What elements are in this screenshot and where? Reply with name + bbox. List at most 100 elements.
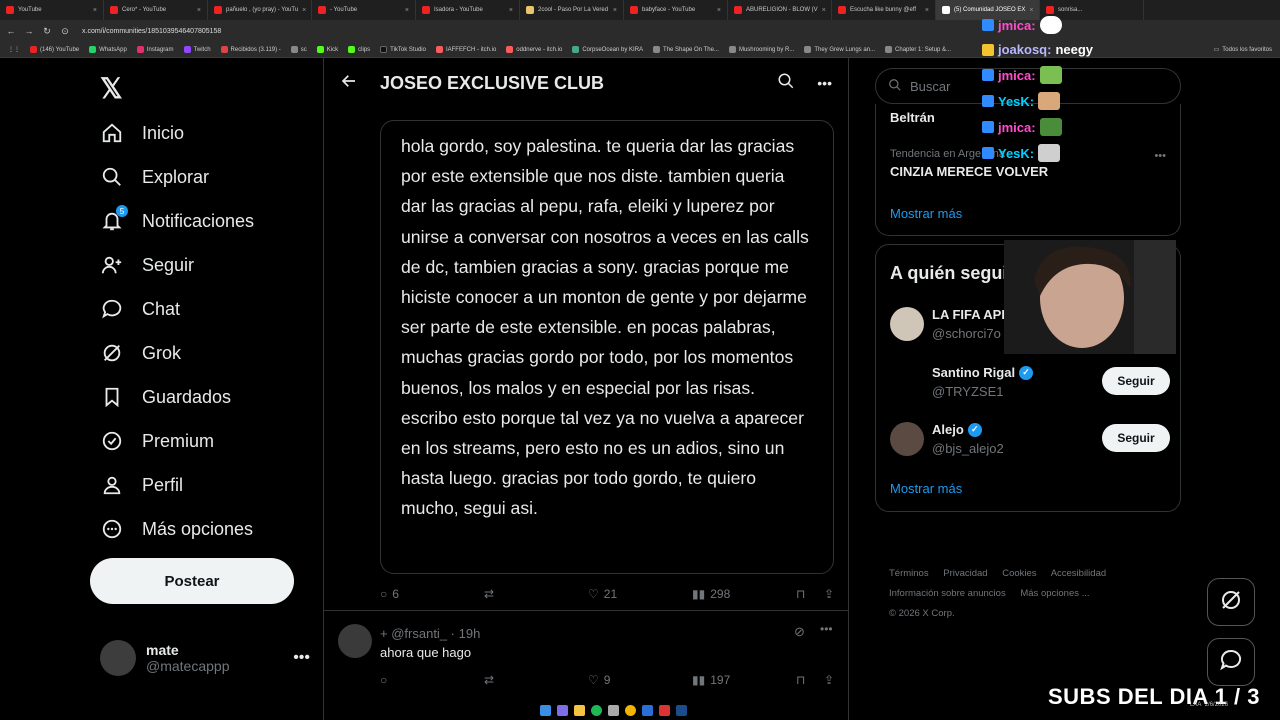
share-button[interactable]: ⇪: [824, 673, 834, 687]
browser-tab[interactable]: Escucha like bunny @eff ×: [832, 0, 936, 20]
footer-link[interactable]: Términos: [889, 568, 929, 579]
bookmark-link[interactable]: The Shape On The...: [653, 46, 719, 53]
browser-tab[interactable]: ABURELIGION - BLOW (V ×: [728, 0, 832, 20]
all-bookmarks-link[interactable]: ▭ Todos los favoritos: [1214, 46, 1272, 54]
bookmark-link[interactable]: (146) YouTube: [30, 46, 79, 53]
back-icon[interactable]: ←: [6, 26, 16, 36]
like-button[interactable]: ♡ 9: [588, 673, 692, 687]
repost-button[interactable]: ⇄: [484, 673, 588, 687]
bookmark-link[interactable]: CorpseOcean by KIRA: [572, 46, 643, 53]
grok-fab-button[interactable]: [1207, 578, 1255, 626]
reload-icon[interactable]: ↻: [42, 26, 52, 37]
bookmark-link[interactable]: Kick: [316, 46, 338, 53]
browser-tab[interactable]: Isadora - YouTube ×: [416, 0, 520, 20]
steam-icon[interactable]: [676, 704, 687, 716]
folder-icon[interactable]: [574, 704, 585, 716]
footer-link[interactable]: Cookies: [1002, 568, 1036, 579]
nav-item-more[interactable]: Más opciones: [100, 509, 253, 549]
post-button[interactable]: Postear: [90, 558, 294, 604]
browser-tab[interactable]: 2cool - Paso Por La Vered ×: [520, 0, 624, 20]
bookmark-link[interactable]: Mushrooming by R...: [728, 46, 794, 53]
app-icon[interactable]: [659, 704, 670, 716]
post-image-text[interactable]: hola gordo, soy palestina. te queria dar…: [380, 120, 834, 574]
messages-fab-button[interactable]: [1207, 638, 1255, 686]
trend-name[interactable]: CINZIA MERECE VOLVER: [890, 164, 1048, 179]
more-icon[interactable]: •••: [817, 75, 832, 91]
bookmark-link[interactable]: Instagram: [136, 46, 174, 53]
nav-item-explore[interactable]: Explorar: [100, 157, 209, 197]
follow-button[interactable]: Seguir: [1102, 424, 1170, 452]
discord-icon[interactable]: [557, 704, 568, 716]
browser-tab[interactable]: pañuelo , (yo pray) - YouTu ×: [208, 0, 312, 20]
back-arrow-icon[interactable]: [340, 72, 358, 95]
like-button[interactable]: ♡ 21: [588, 587, 692, 601]
apps-icon[interactable]: ⋮⋮: [8, 46, 20, 53]
bookmark-link[interactable]: Recibidos (3.119) -: [220, 46, 281, 53]
trend-name[interactable]: Beltrán: [890, 110, 935, 125]
site-info-icon[interactable]: ⊙: [60, 26, 70, 37]
grok-icon[interactable]: ⊘: [794, 624, 805, 640]
nav-item-bookmarks[interactable]: Guardados: [100, 377, 231, 417]
browser-tab[interactable]: - YouTube ×: [312, 0, 416, 20]
repost-button[interactable]: ⇄: [484, 587, 588, 601]
reply-meta: + @frsanti_ · 19h: [380, 626, 481, 641]
browser-tab[interactable]: YouTube ×: [0, 0, 104, 20]
bookmark-button[interactable]: ⊓: [796, 587, 824, 601]
nav-item-premium[interactable]: Premium: [100, 421, 214, 461]
bookmark-link[interactable]: oddnerve - itch.io: [506, 46, 562, 53]
nav-item-notifications[interactable]: 5 Notificaciones: [100, 201, 254, 241]
share-button[interactable]: ⇪: [824, 587, 834, 601]
reply-button[interactable]: ○: [380, 673, 484, 687]
nav-item-follow[interactable]: Seguir: [100, 245, 194, 285]
chrome-icon[interactable]: [625, 704, 636, 716]
follow-suggestion[interactable]: Santino Rigal ✓ @TRYZSE1 Seguir: [890, 363, 1170, 403]
bookmark-link[interactable]: sc: [290, 46, 307, 53]
verified-badge-icon: ✓: [967, 422, 982, 437]
repost-icon: ⇄: [484, 587, 495, 601]
follow-button[interactable]: Seguir: [1102, 367, 1170, 395]
browser-tab[interactable]: Cero* - YouTube ×: [104, 0, 208, 20]
nav-label: Seguir: [142, 254, 195, 275]
more-icon[interactable]: •••: [820, 622, 833, 636]
nav-item-chat[interactable]: Chat: [100, 289, 180, 329]
bookmark-link[interactable]: clips: [348, 46, 370, 53]
more-icon[interactable]: •••: [293, 649, 310, 667]
url-field[interactable]: x.com/i/communities/1851039546407805158: [82, 28, 221, 35]
premium-icon: [100, 429, 124, 453]
bookmark-link[interactable]: IAFFEFCH - itch.io: [435, 46, 496, 53]
bookmark-link[interactable]: They Grew Lungs an...: [804, 46, 875, 53]
footer-link[interactable]: Accesibilidad: [1051, 568, 1106, 579]
browser-tab-strip: YouTube × Cero* - YouTube × pañuelo , (yo …: [0, 0, 1280, 20]
forward-icon[interactable]: →: [24, 26, 34, 36]
footer-link[interactable]: Privacidad: [943, 568, 987, 579]
show-more-trends-link[interactable]: Mostrar más: [890, 206, 962, 221]
nav-item-profile[interactable]: Perfil: [100, 465, 183, 505]
chat-icon: [100, 297, 124, 321]
bookmark-button[interactable]: ⊓: [796, 673, 824, 687]
account-switcher[interactable]: mate @matecappp •••: [100, 638, 310, 678]
x-logo-icon[interactable]: 𝕏: [100, 72, 123, 105]
bookmark-link[interactable]: Twitch: [183, 46, 211, 53]
left-navigation: 𝕏 Inicio Explorar 5 Notificaciones Segui…: [90, 58, 322, 720]
nav-item-grok[interactable]: Grok: [100, 333, 181, 373]
browser-tab[interactable]: babyface - YouTube ×: [624, 0, 728, 20]
bookmark-link[interactable]: Chapter 1: Setup &...: [885, 46, 951, 53]
more-icon[interactable]: •••: [1154, 150, 1166, 162]
footer-link[interactable]: Información sobre anuncios: [889, 588, 1006, 599]
app-icon[interactable]: [642, 704, 653, 716]
nav-label: Explorar: [142, 166, 210, 187]
search-icon: [888, 78, 902, 95]
show-more-follow-link[interactable]: Mostrar más: [890, 481, 962, 496]
search-icon[interactable]: [777, 72, 795, 95]
views-button[interactable]: ▮▮ 197: [692, 673, 796, 687]
bookmark-link[interactable]: TikTok Studio: [380, 46, 426, 53]
follow-suggestion[interactable]: Alejo ✓ @bjs_alejo2 Seguir: [890, 420, 1170, 460]
app-icon[interactable]: [608, 704, 619, 716]
spotify-icon[interactable]: [591, 704, 602, 716]
nav-item-home[interactable]: Inicio: [100, 113, 184, 153]
bookmark-link[interactable]: WhatsApp: [89, 46, 127, 53]
start-icon[interactable]: [540, 704, 551, 716]
views-button[interactable]: ▮▮ 298: [692, 587, 796, 601]
reply-button[interactable]: ○ 6: [380, 587, 484, 601]
footer-link[interactable]: Más opciones ...: [1020, 588, 1089, 599]
